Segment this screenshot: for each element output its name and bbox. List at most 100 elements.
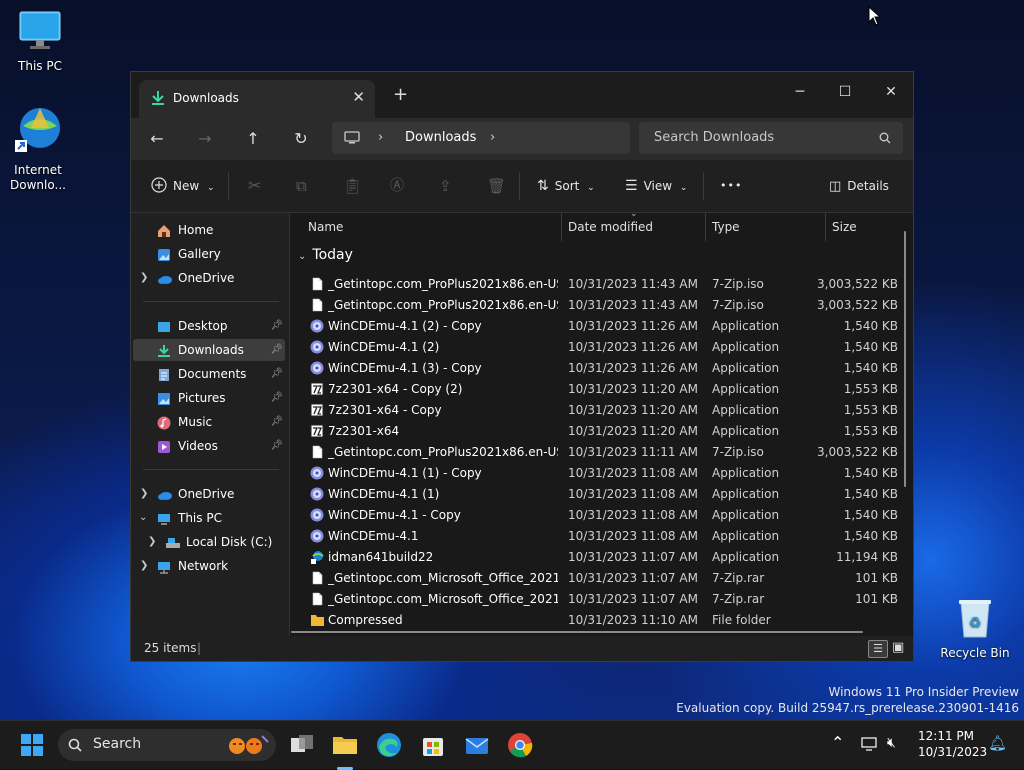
file-explorer-taskbar-icon[interactable]	[329, 729, 361, 770]
chrome-icon[interactable]	[504, 729, 536, 761]
search-box[interactable]: Search Downloads	[639, 122, 903, 154]
desktop-icon-this-pc[interactable]: This PC	[0, 10, 80, 74]
sidebar-item-pictures[interactable]: Pictures 📌︎	[133, 387, 285, 409]
download-arrow-icon	[152, 91, 164, 105]
chevron-right-icon[interactable]: ❯	[140, 483, 148, 505]
sidebar-item-downloads[interactable]: Downloads 📌︎	[133, 339, 285, 361]
column-header-size[interactable]: Size	[832, 213, 857, 241]
address-bar[interactable]: › Downloads ›	[332, 122, 630, 154]
taskbar-clock-time[interactable]: 12:11 PM	[918, 729, 974, 743]
pin-icon[interactable]: 📌︎	[270, 339, 283, 361]
table-row[interactable]: 7z2301-x64 - Copy 10/31/2023 11:20 AM Appl…	[290, 400, 913, 421]
rename-button[interactable]: Ⓐ	[390, 174, 404, 198]
sidebar-item-this-pc[interactable]: ⌄ This PC	[133, 507, 285, 529]
sidebar-item-home[interactable]: Home	[133, 219, 285, 241]
pin-icon[interactable]: 📌︎	[270, 315, 283, 337]
new-tab-button[interactable]: +	[393, 84, 408, 105]
column-divider[interactable]	[561, 213, 562, 241]
share-button[interactable]: ⇪	[439, 174, 452, 198]
group-header-today[interactable]: ⌄ Today	[298, 247, 353, 263]
sidebar-item-documents[interactable]: Documents 📌︎	[133, 363, 285, 385]
sidebar-item-local-disk[interactable]: ❯ Local Disk (C:)	[133, 531, 285, 553]
pin-icon[interactable]: 📌︎	[270, 363, 283, 385]
table-row[interactable]: WinCDEmu-4.1 (3) - Copy 10/31/2023 11:26 …	[290, 358, 913, 379]
application-icon	[310, 466, 324, 480]
network-tray-icon[interactable]	[861, 736, 877, 752]
column-divider[interactable]	[705, 213, 706, 241]
sort-button[interactable]: ⇅ Sort ⌄	[537, 174, 595, 198]
new-button[interactable]: New ⌄	[151, 174, 215, 198]
task-view-icon[interactable]	[286, 729, 318, 761]
table-row[interactable]: 7z2301-x64 - Copy (2) 10/31/2023 11:20 AM…	[290, 379, 913, 400]
pin-icon[interactable]: 📌︎	[270, 435, 283, 457]
windows-start-icon[interactable]	[16, 729, 48, 761]
trash-icon: 🗑︎	[487, 177, 507, 195]
view-button[interactable]: ☰ View ⌄	[625, 174, 687, 198]
table-row[interactable]: _Getintopc.com_ProPlus2021x86.en-US - ..…	[290, 295, 913, 316]
chevron-down-icon[interactable]: ⌄	[139, 507, 147, 529]
volume-muted-icon[interactable]: 🔇︎	[887, 735, 896, 751]
breadcrumb-downloads[interactable]: Downloads	[405, 130, 476, 145]
desktop-icon-recycle-bin[interactable]: ♻ Recycle Bin	[935, 597, 1015, 661]
desktop-icon-internet-download-manager[interactable]: Internet Downlo...	[0, 104, 78, 193]
refresh-button[interactable]: ↻	[286, 127, 316, 151]
table-row[interactable]: _Getintopc.com_ProPlus2021x86.en-US.iso 1…	[290, 442, 913, 463]
table-row[interactable]: _Getintopc.com_ProPlus2021x86.en-US - ..…	[290, 274, 913, 295]
table-row[interactable]: WinCDEmu-4.1 - Copy 10/31/2023 11:08 AM Ap…	[290, 505, 913, 526]
horizontal-scrollbar[interactable]	[291, 631, 863, 633]
column-header-type[interactable]: Type	[712, 213, 740, 241]
mail-icon[interactable]	[461, 729, 493, 761]
table-row[interactable]: WinCDEmu-4.1 (2) 10/31/2023 11:26 AM Appli…	[290, 337, 913, 358]
cut-button[interactable]: ✂	[248, 174, 261, 198]
table-row[interactable]: WinCDEmu-4.1 (1) 10/31/2023 11:08 AM Appli…	[290, 484, 913, 505]
back-button[interactable]: ←	[142, 127, 172, 151]
sidebar-item-network[interactable]: ❯ Network	[133, 555, 285, 577]
forward-button[interactable]: →	[190, 127, 220, 151]
delete-button[interactable]: 🗑︎	[487, 174, 506, 198]
maximize-button[interactable]: ☐	[822, 78, 868, 106]
minimize-button[interactable]: ─	[777, 78, 823, 106]
chevron-right-icon[interactable]: ❯	[140, 267, 148, 289]
details-pane-button[interactable]: ◫ Details	[829, 174, 889, 198]
notification-bell-icon[interactable]: 🔔︎	[988, 734, 1007, 752]
sidebar-item-music[interactable]: Music 📌︎	[133, 411, 285, 433]
table-row[interactable]: 7z2301-x64 10/31/2023 11:20 AM Application…	[290, 421, 913, 442]
sidebar-item-desktop[interactable]: Desktop 📌︎	[133, 315, 285, 337]
pin-icon[interactable]: 📌︎	[270, 387, 283, 409]
sidebar-item-onedrive-2[interactable]: ❯ OneDrive	[133, 483, 285, 505]
table-row[interactable]: Compressed 10/31/2023 11:10 AM File folder	[290, 610, 913, 631]
microsoft-store-icon[interactable]	[417, 729, 449, 761]
file-name: _Getintopc.com_ProPlus2021x86.en-US - ..…	[328, 298, 558, 312]
tab-close-icon[interactable]: ✕	[352, 88, 365, 106]
sidebar-item-onedrive[interactable]: ❯ OneDrive	[133, 267, 285, 289]
breadcrumb-chevron-icon[interactable]: ›	[490, 130, 495, 145]
details-view-icon[interactable]: ☰	[868, 640, 888, 658]
table-row[interactable]: WinCDEmu-4.1 10/31/2023 11:08 AM Applicati…	[290, 526, 913, 547]
column-header-name[interactable]: Name	[308, 213, 343, 241]
show-hidden-icons-chevron-icon[interactable]: ⌃	[831, 733, 844, 752]
close-window-button[interactable]: ✕	[868, 78, 914, 106]
edge-browser-icon[interactable]	[373, 729, 405, 761]
column-divider[interactable]	[825, 213, 826, 241]
up-button[interactable]: ↑	[238, 127, 268, 151]
large-icons-view-icon[interactable]: ▣	[892, 640, 904, 656]
table-row[interactable]: WinCDEmu-4.1 (2) - Copy 10/31/2023 11:26 …	[290, 316, 913, 337]
table-row[interactable]: _Getintopc.com_Microsoft_Office_2021_...…	[290, 568, 913, 589]
breadcrumb-chevron-icon[interactable]: ›	[378, 130, 383, 145]
taskbar-clock-date[interactable]: 10/31/2023	[918, 745, 987, 759]
copy-button[interactable]: ⧉	[296, 174, 307, 198]
chevron-right-icon[interactable]: ❯	[148, 531, 156, 553]
table-row[interactable]: WinCDEmu-4.1 (1) - Copy 10/31/2023 11:08 …	[290, 463, 913, 484]
column-header-date[interactable]: Date modified	[568, 213, 653, 241]
more-options-button[interactable]: •••	[720, 174, 742, 198]
sidebar-item-videos[interactable]: Videos 📌︎	[133, 435, 285, 457]
table-row[interactable]: idman641build22 10/31/2023 11:07 AM Applic…	[290, 547, 913, 568]
vertical-scrollbar[interactable]	[904, 231, 906, 487]
pin-icon[interactable]: 📌︎	[270, 411, 283, 433]
table-row[interactable]: _Getintopc.com_Microsoft_Office_2021_...…	[290, 589, 913, 610]
chevron-right-icon[interactable]: ❯	[140, 555, 148, 577]
sidebar-item-gallery[interactable]: Gallery	[133, 243, 285, 265]
tab-downloads[interactable]: Downloads ✕	[139, 80, 375, 118]
taskbar-search-box[interactable]: Search	[58, 729, 276, 761]
paste-button[interactable]: 📋︎	[343, 174, 362, 198]
